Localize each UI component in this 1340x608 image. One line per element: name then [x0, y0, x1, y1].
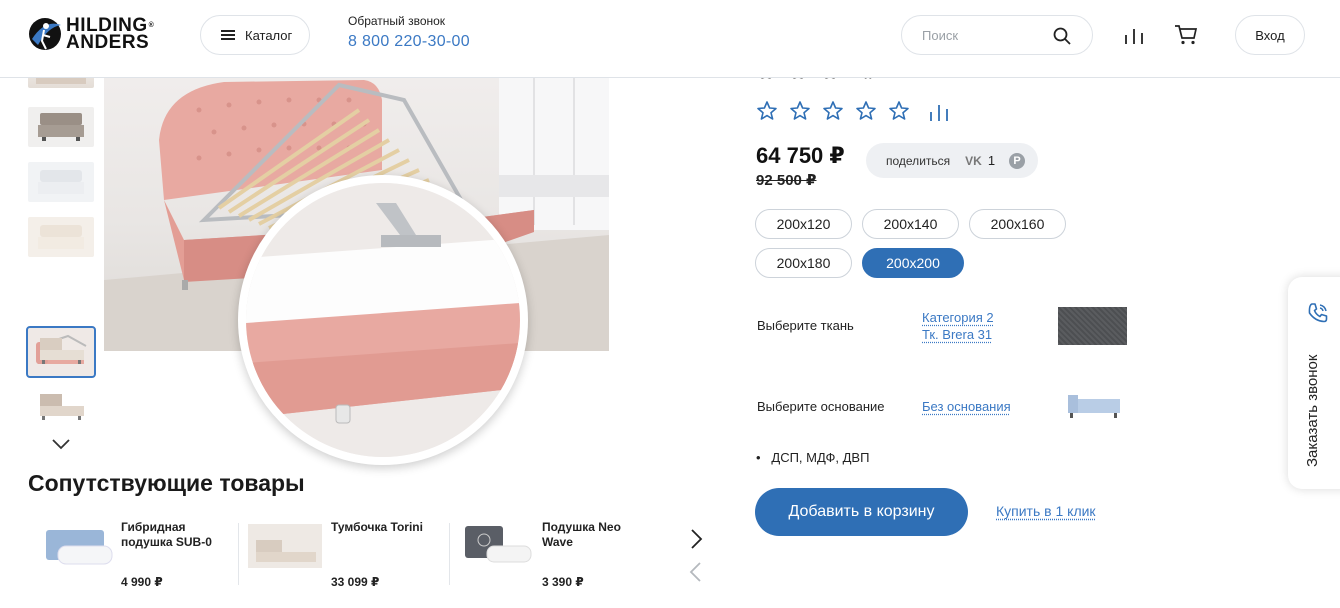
divider — [238, 523, 239, 585]
compare-icon[interactable] — [928, 103, 950, 123]
chevron-down-icon[interactable] — [52, 438, 70, 450]
thumbnail[interactable] — [28, 162, 94, 202]
related-item-price: 33 099 ₽ — [331, 575, 380, 589]
rating-stars[interactable] — [756, 100, 921, 122]
thumbnail[interactable] — [28, 107, 94, 147]
related-item-price: 4 990 ₽ — [121, 575, 163, 589]
phone-link[interactable]: 8 800 220-30-00 — [348, 33, 470, 51]
zoom-detail-image — [238, 175, 528, 465]
brand-line2: ANDERS — [66, 32, 150, 53]
fabric-name-link[interactable]: Тк. Brera 31 — [922, 327, 992, 342]
callback-label: Обратный звонок — [348, 14, 446, 28]
related-item[interactable]: Гибридная подушка SUB-0 4 990 ₽ — [40, 520, 230, 590]
star-icon[interactable] — [888, 100, 910, 122]
chevron-left-icon[interactable] — [688, 561, 704, 583]
fabric-swatch[interactable] — [1058, 307, 1127, 345]
brand-logo[interactable]: HILDING® ANDERS — [28, 15, 154, 53]
site-header: HILDING® ANDERS Каталог Обратный звонок … — [0, 0, 1340, 78]
login-label: Вход — [1255, 27, 1285, 43]
thumbnail[interactable] — [28, 386, 94, 426]
vk-count: 1 — [987, 153, 996, 168]
menu-icon — [221, 30, 235, 40]
size-option[interactable]: 200x160 — [969, 209, 1066, 239]
fabric-label: Выберите ткань — [757, 318, 854, 333]
size-option[interactable]: 200x120 — [755, 209, 852, 239]
star-icon[interactable] — [822, 100, 844, 122]
catalog-button[interactable]: Каталог — [200, 15, 310, 55]
current-price: 64 750 ₽ — [756, 143, 845, 168]
search-icon[interactable] — [1052, 26, 1072, 46]
related-item-image — [46, 530, 113, 565]
star-icon[interactable] — [855, 100, 877, 122]
related-item[interactable]: Тумбочка Torini 33 099 ₽ — [248, 520, 443, 590]
login-button[interactable]: Вход — [1235, 15, 1305, 55]
related-item-name: Тумбочка Torini — [331, 520, 423, 534]
star-icon[interactable] — [789, 100, 811, 122]
phone-icon — [1308, 303, 1328, 323]
zoom-photo — [246, 183, 520, 457]
related-item[interactable]: Подушка Neo Wave 3 390 ₽ — [461, 520, 661, 590]
pinterest-icon[interactable]: P — [1009, 152, 1026, 169]
divider — [449, 523, 450, 585]
related-item-name: Гибридная подушка SUB-0 — [121, 520, 212, 549]
star-icon[interactable] — [756, 100, 778, 122]
base-link[interactable]: Без основания — [922, 399, 1011, 414]
old-price: 92 500 ₽ — [756, 172, 817, 189]
related-item-price: 3 390 ₽ — [542, 575, 584, 589]
share-label: поделиться — [886, 153, 951, 168]
size-option-selected[interactable]: 200x200 — [862, 248, 964, 278]
related-item-image — [465, 526, 532, 563]
material-bullet: • ДСП, МДФ, ДВП — [756, 450, 870, 465]
order-call-widget[interactable]: Заказать звонок — [1288, 277, 1340, 489]
order-call-label: Заказать звонок — [1304, 354, 1321, 467]
base-label: Выберите основание — [757, 399, 885, 414]
buy-one-click-link[interactable]: Купить в 1 клик — [996, 503, 1096, 519]
cart-icon[interactable] — [1174, 24, 1198, 46]
chevron-right-icon[interactable] — [688, 528, 704, 550]
thumbnail[interactable] — [28, 330, 94, 370]
thumbnail[interactable] — [28, 217, 94, 257]
search-placeholder: Поиск — [922, 27, 959, 43]
add-to-cart-button[interactable]: Добавить в корзину — [755, 488, 968, 536]
related-item-image — [248, 524, 322, 568]
search-input[interactable]: Поиск — [901, 15, 1093, 55]
related-item-name: Подушка Neo Wave — [542, 520, 621, 549]
fabric-category-link[interactable]: Категория 2 — [922, 310, 994, 325]
material-text: ДСП, МДФ, ДВП — [771, 450, 870, 465]
catalog-label: Каталог — [245, 27, 293, 43]
size-option[interactable]: 200x140 — [862, 209, 959, 239]
brand-wordmark: HILDING® ANDERS — [66, 15, 155, 53]
base-image[interactable] — [1064, 389, 1124, 424]
share-panel[interactable]: поделиться VK 1 P — [866, 143, 1038, 178]
vk-icon[interactable]: VK — [965, 154, 982, 168]
size-option[interactable]: 200x180 — [755, 248, 852, 278]
compare-icon[interactable] — [1123, 27, 1145, 45]
related-title: Сопутствующие товары — [28, 470, 305, 496]
logo-mark-icon — [29, 18, 61, 50]
